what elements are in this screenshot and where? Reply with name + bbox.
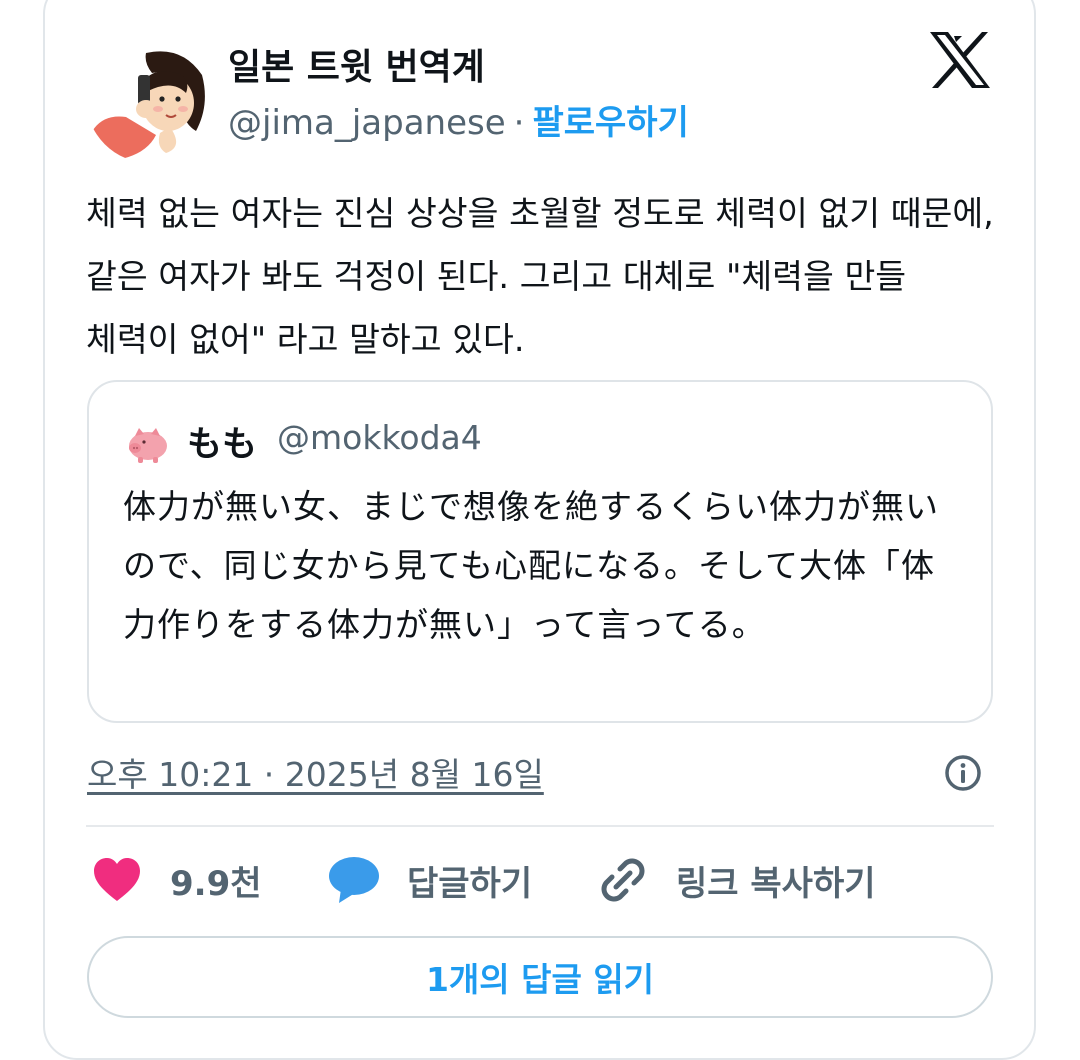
follow-button[interactable]: 팔로우하기	[532, 103, 688, 143]
pig-icon	[125, 424, 171, 464]
divider	[86, 825, 994, 827]
info-icon[interactable]	[944, 754, 982, 792]
quote-author-name: もも	[187, 425, 258, 465]
copy-link-button[interactable]: 링크 복사하기	[598, 852, 876, 908]
reply-label: 답글하기	[407, 863, 533, 904]
heart-icon	[92, 857, 142, 903]
link-icon	[598, 855, 648, 905]
quote-text: 体力が無い女、まじで想像を絶するくらい体力が無いので、同じ女から見ても心配になる…	[123, 487, 939, 644]
copy-link-label: 링크 복사하기	[676, 863, 876, 904]
read-replies-button[interactable]: 1개의 답글 읽기	[87, 936, 993, 1018]
quoted-tweet[interactable]: もも @mokkoda4 体力が無い女、まじで想像を絶するくらい体力が無いので、…	[87, 380, 993, 723]
author-name[interactable]: 일본 트윗 번역계	[228, 38, 485, 90]
reply-button[interactable]: 답글하기	[327, 852, 532, 908]
like-count: 9.9천	[170, 863, 262, 904]
x-logo-icon[interactable]	[928, 30, 992, 90]
quote-author-handle: @mokkoda4	[277, 418, 482, 457]
author-avatar[interactable]	[86, 35, 214, 163]
separator-dot: ·	[513, 103, 525, 143]
author-handle-row: @jima_japanese · 팔로우하기	[228, 95, 689, 144]
speech-bubble-icon	[327, 855, 381, 905]
like-button[interactable]: 9.9천	[92, 852, 262, 908]
tweet-text: 체력 없는 여자는 진심 상상을 초월할 정도로 체력이 없기 때문에, 같은 …	[86, 194, 994, 359]
author-handle[interactable]: @jima_japanese	[228, 103, 506, 143]
tweet-timestamp[interactable]: 오후 10:21 · 2025년 8월 16일	[87, 748, 544, 796]
